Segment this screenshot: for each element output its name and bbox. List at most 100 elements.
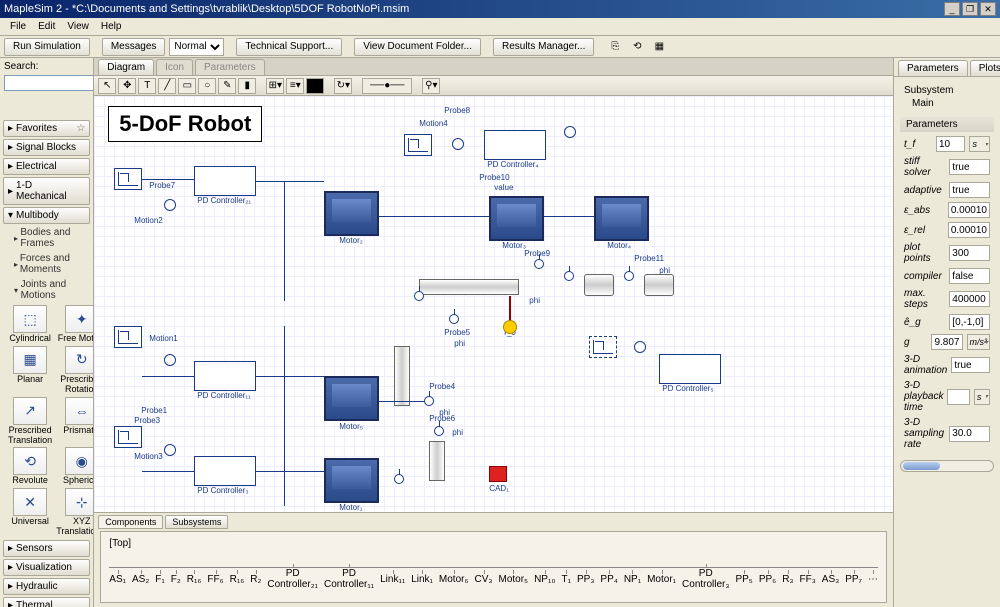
zoom-slider[interactable]: ──●── <box>362 78 412 94</box>
palette-thermal[interactable]: ▸Thermal <box>3 597 90 607</box>
palette-favorites[interactable]: ▸Favorites <box>3 120 90 137</box>
param-value[interactable]: true <box>949 159 990 175</box>
hierarchy-item[interactable]: R₃ <box>782 574 793 585</box>
hierarchy-item[interactable]: FF₃ <box>800 574 816 585</box>
hierarchy-item[interactable]: F₂ <box>171 574 181 585</box>
palette-1d-mechanical[interactable]: ▸1-D Mechanical <box>3 177 90 205</box>
component-prescribed-rotation[interactable]: ↻Prescribed Rotation <box>56 346 94 395</box>
hierarchy-item[interactable]: PD Controller₂₁ <box>267 568 318 590</box>
search-input[interactable] <box>4 75 94 91</box>
param-value[interactable]: [0,-1,0] <box>949 314 990 330</box>
motor-block[interactable] <box>489 196 544 241</box>
link-cylinder[interactable] <box>419 279 519 295</box>
param-value[interactable]: 9.807 <box>931 334 962 350</box>
probe-icon[interactable] <box>394 474 404 484</box>
paint-tool[interactable]: ▮ <box>238 78 256 94</box>
close-button[interactable]: ✕ <box>980 2 996 16</box>
hierarchy-item[interactable]: PP₇ <box>845 574 862 585</box>
param-unit[interactable]: s <box>974 389 990 405</box>
param-value[interactable]: 30.0 <box>949 426 990 442</box>
param-value[interactable]: true <box>951 357 990 373</box>
motor-block[interactable] <box>324 458 379 503</box>
palette-signal-blocks[interactable]: ▸Signal Blocks <box>3 139 90 156</box>
tab-icon[interactable]: Icon <box>156 59 193 75</box>
menu-view[interactable]: View <box>61 19 95 34</box>
link-cylinder[interactable] <box>394 346 410 406</box>
hierarchy-item[interactable]: R₁₆ <box>187 574 202 585</box>
pan-tool[interactable]: ✥ <box>118 78 136 94</box>
step-block[interactable] <box>404 134 432 156</box>
sum-junction[interactable] <box>164 199 176 211</box>
menu-edit[interactable]: Edit <box>32 19 61 34</box>
component-cylindrical[interactable]: ⬚Cylindrical <box>8 305 52 344</box>
sum-junction[interactable] <box>452 138 464 150</box>
pd-controller-block[interactable] <box>194 361 256 391</box>
hierarchy-item[interactable]: R₁₆ <box>230 574 245 585</box>
bottom-tab-components[interactable]: Components <box>98 515 163 529</box>
hierarchy-item[interactable]: PP₆ <box>759 574 776 585</box>
hierarchy-item[interactable]: CV₃ <box>475 574 493 585</box>
pen-tool[interactable]: ✎ <box>218 78 236 94</box>
probe-tool[interactable]: ⚲▾ <box>422 78 440 94</box>
link-cylinder[interactable] <box>429 441 445 481</box>
messages-button[interactable]: Messages <box>102 38 166 56</box>
maximize-button[interactable]: ❐ <box>962 2 978 16</box>
motor-block[interactable] <box>324 376 379 421</box>
rect-tool[interactable]: ▭ <box>178 78 196 94</box>
tab-parameters[interactable]: Parameters <box>195 59 265 75</box>
param-unit[interactable]: s <box>969 136 990 152</box>
subcat-joints[interactable]: Joints and Motions <box>0 277 93 303</box>
toolbar-icon-2[interactable]: ⟲ <box>628 39 646 55</box>
param-value[interactable]: 0.00010 <box>948 222 990 238</box>
hierarchy-item[interactable]: NP₁ <box>624 574 641 585</box>
param-value[interactable] <box>947 389 969 405</box>
hierarchy-item[interactable]: PP₃ <box>577 574 594 585</box>
hierarchy-item[interactable]: T₁ <box>562 574 571 585</box>
step-block[interactable] <box>114 168 142 190</box>
diagram-canvas[interactable]: 5-DoF Robot Probe7 Motion2 PD Controller… <box>94 96 893 512</box>
sum-junction[interactable] <box>164 354 176 366</box>
param-value[interactable]: true <box>949 182 990 198</box>
menu-file[interactable]: File <box>4 19 32 34</box>
pointer-tool[interactable]: ↖ <box>98 78 116 94</box>
component-prismatic[interactable]: ⇔Prismatic <box>56 397 94 446</box>
joint-body[interactable] <box>644 274 674 296</box>
sum-junction[interactable] <box>634 341 646 353</box>
align-tool[interactable]: ≡▾ <box>286 78 304 94</box>
group-tool[interactable]: ⊞▾ <box>266 78 284 94</box>
probe-icon[interactable] <box>424 396 434 406</box>
hierarchy-item[interactable]: F₁ <box>155 574 164 585</box>
hierarchy-item[interactable]: Link₁ <box>411 574 433 585</box>
probe-icon[interactable] <box>624 271 634 281</box>
component-prescribed-translation[interactable]: ↗Prescribed Translation <box>8 397 52 446</box>
component-universal[interactable]: ✕Universal <box>8 488 52 537</box>
param-value[interactable]: 400000 <box>949 291 990 307</box>
palette-electrical[interactable]: ▸Electrical <box>3 158 90 175</box>
subcat-bodies[interactable]: Bodies and Frames <box>0 225 93 251</box>
probe-icon[interactable] <box>564 271 574 281</box>
pd-controller-block[interactable] <box>659 354 721 384</box>
step-block[interactable] <box>114 326 142 348</box>
motor-block[interactable] <box>324 191 379 236</box>
hierarchy-item[interactable]: AS₃ <box>822 574 839 585</box>
line-tool[interactable]: ╱ <box>158 78 176 94</box>
hierarchy-item[interactable]: PP₄ <box>600 574 617 585</box>
bottom-tab-subsystems[interactable]: Subsystems <box>165 515 228 529</box>
cad-block[interactable] <box>489 466 507 482</box>
param-value[interactable]: 10 <box>936 136 965 152</box>
component-spherical[interactable]: ◉Spherical <box>56 447 94 486</box>
probe-icon[interactable] <box>414 291 424 301</box>
hierarchy-item[interactable]: Link₁₁ <box>380 574 405 585</box>
param-value[interactable]: 300 <box>949 245 990 261</box>
horizontal-scroller[interactable] <box>900 460 994 472</box>
rotate-tool[interactable]: ↻▾ <box>334 78 352 94</box>
text-tool[interactable]: T <box>138 78 156 94</box>
hierarchy-item[interactable]: Motor₁ <box>647 574 676 585</box>
component-free-motion[interactable]: ✦Free Motion <box>56 305 94 344</box>
palette-sensors[interactable]: ▸Sensors <box>3 540 90 557</box>
hierarchy-item[interactable]: Motor₆ <box>439 574 469 585</box>
hierarchy-item[interactable]: PP₅ <box>735 574 752 585</box>
pd-controller-block[interactable] <box>194 456 256 486</box>
joint-body[interactable] <box>584 274 614 296</box>
view-doc-folder-button[interactable]: View Document Folder... <box>354 38 481 56</box>
